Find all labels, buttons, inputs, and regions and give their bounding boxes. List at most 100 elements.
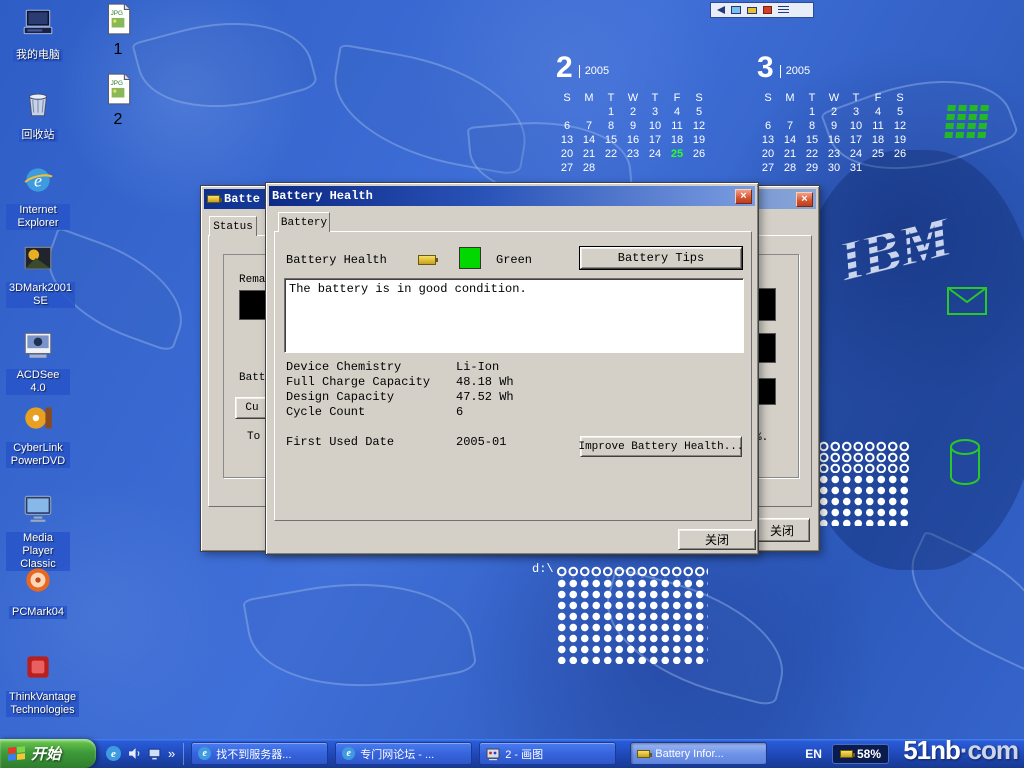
- desktop-icon-my-computer[interactable]: 我的电脑: [6, 6, 70, 63]
- calendar-week: 6789101112: [757, 116, 917, 130]
- health-status-swatch: [459, 247, 481, 269]
- field-label: Full Charge Capacity: [286, 375, 430, 389]
- battery-percent: 58%: [857, 747, 881, 761]
- thinkvantage-icon: [21, 650, 55, 684]
- task-button-label: Battery Infor...: [655, 748, 723, 760]
- calendar-year: 2005: [780, 65, 810, 78]
- task-button-label: 找不到服务器...: [216, 746, 291, 762]
- desktop-file-2[interactable]: JPG 2: [96, 72, 140, 129]
- battery-status-icon[interactable]: [747, 7, 757, 14]
- calendar-week: 12345: [757, 102, 917, 116]
- calendar-week: 12345: [556, 102, 716, 116]
- task-button-paint[interactable]: 2 - 画图: [479, 742, 616, 765]
- start-button[interactable]: 开始: [0, 739, 96, 768]
- drive-label: d:\: [532, 562, 554, 576]
- tab-battery-label: Battery: [281, 217, 327, 229]
- task-button-server-not-found[interactable]: e 找不到服务器...: [191, 742, 328, 765]
- battery-health-titlebar[interactable]: Battery Health ×: [269, 186, 755, 206]
- calendar-year: 2005: [579, 65, 609, 78]
- calendar-month-number: 2: [556, 56, 573, 80]
- desktop-icon-label: ACDSee 4.0: [6, 369, 70, 395]
- calendar-march: 3 2005 SMTWTFS 12345 6789101112 13141516…: [757, 56, 917, 172]
- tab-status-label: Status: [213, 221, 253, 233]
- desktop-icon-acdsee[interactable]: ACDSee 4.0: [6, 328, 70, 396]
- first-used-value: 2005-01: [456, 435, 506, 449]
- desktop-icon-label: Internet Explorer: [6, 204, 70, 230]
- quick-launch-more-icon[interactable]: »: [168, 746, 175, 761]
- field-value: 48.18 Wh: [456, 375, 514, 389]
- show-desktop-icon[interactable]: [148, 747, 161, 760]
- svg-text:JPG: JPG: [111, 10, 123, 17]
- calendar-week: 2728293031: [757, 158, 917, 172]
- desktop-icon-thinkvantage[interactable]: ThinkVantage Technologies: [6, 650, 70, 718]
- battery-tips-button[interactable]: Battery Tips: [580, 247, 742, 269]
- desktop-icon-internet-explorer[interactable]: e Internet Explorer: [6, 163, 70, 231]
- first-used-label: First Used Date: [286, 435, 394, 449]
- svg-text:IBM: IBM: [831, 203, 960, 294]
- close-button[interactable]: 关闭: [678, 529, 756, 550]
- field-value: 6: [456, 405, 463, 419]
- tab-status[interactable]: Status: [209, 216, 257, 236]
- desktop-icon-pcmark04[interactable]: PCMark04: [6, 563, 70, 620]
- svg-text:JPG: JPG: [111, 80, 123, 87]
- mail-wallpaper-icon: [947, 287, 987, 315]
- battery-icon: [840, 750, 853, 758]
- battery-health-label: Battery Health: [286, 253, 387, 267]
- display-icon[interactable]: [731, 6, 741, 14]
- indicator-icon[interactable]: [763, 6, 772, 14]
- wallpaper-dot-grid: [556, 578, 708, 664]
- volume-icon[interactable]: [717, 6, 725, 14]
- battery-tray-indicator[interactable]: 58%: [832, 744, 889, 764]
- desktop-icon-3dmark2001[interactable]: 3DMark2001 SE: [6, 241, 70, 309]
- watermark-left: 51nb: [903, 735, 960, 765]
- calendar-february: 2 2005 SMTWTFS 12345 6789101112 13141516…: [556, 56, 716, 172]
- field-value: 47.52 Wh: [456, 390, 514, 404]
- calendar-week: 20212223242526: [757, 144, 917, 158]
- wallpaper-leaf: [131, 0, 319, 130]
- acdsee-icon: [21, 328, 55, 362]
- task-button-label: 2 - 画图: [505, 746, 543, 762]
- start-label: 开始: [31, 743, 61, 764]
- battery-health-title: Battery Health: [272, 189, 373, 203]
- battery-gauge: [239, 290, 266, 320]
- svg-text:e: e: [34, 170, 42, 190]
- 3dmark-icon: [21, 241, 55, 275]
- paint-icon: [486, 747, 500, 761]
- task-button-forum[interactable]: e 专门网论坛 - ...: [335, 742, 472, 765]
- internet-explorer-icon[interactable]: e: [106, 746, 121, 761]
- close-icon[interactable]: ×: [796, 192, 813, 207]
- system-tray: EN 58%: [805, 744, 889, 764]
- calendar-week: 13141516171819: [757, 130, 917, 144]
- watermark-right: ·com: [960, 735, 1018, 765]
- close-icon[interactable]: ×: [735, 189, 752, 204]
- calendar-week: 2728: [556, 158, 716, 172]
- desktop-icon-label: PCMark04: [9, 606, 67, 619]
- jpg-file-icon: JPG: [101, 2, 135, 36]
- battery-window-icon: [207, 195, 220, 203]
- desktop-icon-media-player-classic[interactable]: Media Player Classic: [6, 491, 70, 572]
- close-button[interactable]: 关闭: [754, 518, 810, 542]
- taskbar: 开始 e » e 找不到服务器... e 专门网论坛 - ... 2 - 画图 …: [0, 739, 1024, 768]
- calendar-week: 6789101112: [556, 116, 716, 130]
- current-button-fragment[interactable]: Cu: [235, 397, 269, 419]
- improve-battery-health-button[interactable]: Improve Battery Health...: [580, 436, 742, 457]
- calendar-day-headers: SMTWTFS: [556, 88, 716, 102]
- windows-flag-icon: [8, 746, 25, 761]
- internet-explorer-icon: e: [21, 163, 55, 197]
- desktop-icon-label: CyberLink PowerDVD: [6, 442, 70, 468]
- volume-icon[interactable]: [128, 747, 141, 760]
- desktop-icon-recycle-bin[interactable]: 回收站: [6, 86, 70, 143]
- tab-battery[interactable]: Battery: [278, 212, 330, 232]
- notes-icon[interactable]: [778, 6, 789, 15]
- keypad-wallpaper-icon: [943, 104, 991, 142]
- battery-information-title: Batte: [224, 192, 260, 206]
- field-value: Li-Ion: [456, 360, 499, 374]
- field-label: Device Chemistry: [286, 360, 401, 374]
- desktop-file-1[interactable]: JPG 1: [96, 2, 140, 59]
- battery-icon: [418, 255, 436, 265]
- cylinder-wallpaper-icon: [948, 438, 982, 486]
- desktop-icon-powerdvd[interactable]: CyberLink PowerDVD: [6, 401, 70, 469]
- language-indicator[interactable]: EN: [805, 747, 822, 761]
- task-button-battery-information[interactable]: Battery Infor...: [630, 742, 767, 765]
- task-button-label: 专门网论坛 - ...: [360, 746, 434, 762]
